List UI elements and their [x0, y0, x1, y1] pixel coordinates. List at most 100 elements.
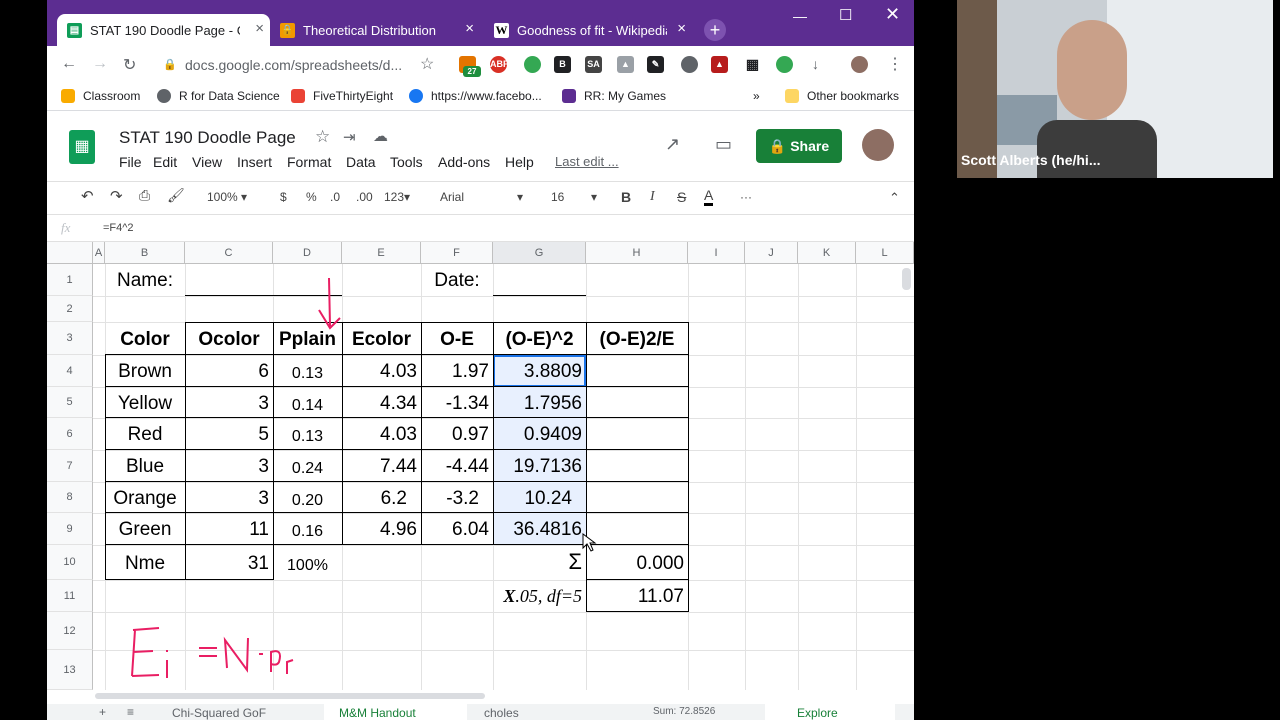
currency-button[interactable]: $ — [280, 190, 287, 204]
sum-display[interactable]: Sum: 72.8526 — [653, 706, 715, 717]
bookmark-538[interactable]: FiveThirtyEight — [291, 89, 393, 103]
menu-icon[interactable]: ⋮ — [887, 54, 903, 74]
new-tab-button[interactable]: + — [704, 19, 726, 41]
format-toolbar: ↶ ↷ ⎙ 🖌 100% ▾ $ % .0 .00 123▾ Arial ▾ 16… — [47, 183, 914, 213]
extension-icon[interactable]: SA — [585, 56, 602, 73]
italic-button[interactable]: I — [650, 189, 655, 205]
cloud-status-icon: ☁ — [373, 128, 388, 145]
rr-icon — [562, 89, 576, 103]
participant-name: Scott Alberts (he/hi... — [961, 152, 1101, 168]
bookmark-overflow[interactable]: » — [753, 89, 760, 103]
menu-insert[interactable]: Insert — [237, 154, 272, 170]
number-format-select[interactable]: 123▾ — [384, 190, 410, 204]
pdf-icon[interactable]: ▲ — [711, 56, 728, 73]
move-folder-icon[interactable]: ⇥ — [343, 128, 356, 146]
text-color-button[interactable]: A — [704, 187, 714, 206]
close-icon[interactable]: × — [255, 21, 264, 37]
maximize-icon[interactable]: ☐ — [839, 6, 852, 24]
all-sheets-icon[interactable]: ≡ — [127, 705, 134, 719]
more-options-button[interactable]: ··· — [740, 190, 752, 204]
sheet-tab-active[interactable]: M&M Handout — [324, 704, 467, 720]
bookmark-classroom[interactable]: Classroom — [61, 89, 140, 103]
globe-icon — [157, 89, 171, 103]
star-icon[interactable]: ☆ — [315, 127, 330, 147]
redo-icon[interactable]: ↷ — [110, 187, 123, 205]
comment-icon[interactable]: ▭ — [715, 134, 732, 155]
font-size-select[interactable]: 16 ▾ — [551, 190, 597, 204]
bookmark-facebook[interactable]: https://www.facebo... — [409, 89, 542, 103]
font-select[interactable]: Arial ▾ — [440, 190, 523, 204]
sheet-tab[interactable]: Chi-Squared GoF — [172, 706, 266, 720]
increase-decimal-button[interactable]: .00 — [356, 190, 373, 204]
grid-icon[interactable]: ▦ — [744, 56, 761, 73]
back-icon[interactable]: ← — [61, 55, 77, 73]
sheets-header: ▦ STAT 190 Doodle Page ☆ ⇥ ☁ File Edit V… — [47, 112, 914, 182]
paint-format-icon[interactable]: 🖌 — [167, 187, 185, 204]
avatar[interactable] — [862, 129, 894, 161]
share-button[interactable]: 🔒 Share — [756, 129, 842, 163]
formula-input[interactable]: =F4^2 — [103, 222, 134, 234]
extension-icon[interactable] — [776, 56, 793, 73]
profile-avatar[interactable] — [851, 56, 868, 73]
folder-icon — [785, 89, 799, 103]
extension-badge: 27 — [463, 66, 481, 77]
fx-icon: fx — [61, 220, 71, 235]
chevron-down-icon: ▾ — [591, 190, 598, 204]
adblock-icon[interactable]: ABP — [490, 56, 509, 73]
menu-format[interactable]: Format — [287, 154, 331, 170]
close-icon[interactable]: × — [465, 21, 474, 37]
zoom-select[interactable]: 100% ▾ — [207, 190, 247, 204]
extension-icon[interactable]: ▲ — [617, 56, 634, 73]
extension-icon[interactable] — [524, 56, 541, 73]
download-icon[interactable]: ↓ — [807, 56, 824, 73]
formula-bar: fx =F4^2 — [47, 214, 914, 242]
extension-icon[interactable]: B — [554, 56, 571, 73]
trend-icon[interactable]: ↗ — [665, 134, 680, 155]
menu-file[interactable]: File — [119, 154, 142, 170]
sheet-tab[interactable]: choles — [484, 706, 519, 720]
tab-wikipedia[interactable]: W Goodness of fit - Wikipedia × — [484, 14, 692, 46]
close-icon[interactable]: × — [677, 21, 686, 37]
horizontal-scrollbar[interactable] — [95, 693, 485, 699]
tab-strip: ▤ STAT 190 Doodle Page - Go × 🔒 Theoreti… — [47, 0, 914, 46]
explore-button[interactable]: Explore — [765, 704, 895, 720]
sheet-tabs-bar: + ≡ Chi-Squared GoF M&M Handout choles S… — [47, 704, 914, 720]
bookmark-r4ds[interactable]: R for Data Science — [157, 89, 280, 103]
lock-icon: 🔒 — [163, 59, 177, 71]
tab-theoretical[interactable]: 🔒 Theoretical Distribution × — [270, 14, 480, 46]
print-icon[interactable]: ⎙ — [139, 187, 150, 204]
undo-icon[interactable]: ↶ — [81, 187, 94, 205]
close-window-icon[interactable]: ✕ — [885, 4, 900, 25]
tab-stat190[interactable]: ▤ STAT 190 Doodle Page - Go × — [57, 14, 270, 46]
tab-title: STAT 190 Doodle Page - Go — [90, 22, 240, 38]
bold-button[interactable]: B — [621, 189, 631, 205]
sheets-logo-icon[interactable]: ▦ — [69, 130, 95, 164]
star-icon[interactable]: ☆ — [420, 54, 434, 74]
other-bookmarks[interactable]: Other bookmarks — [785, 89, 899, 103]
add-sheet-icon[interactable]: + — [99, 705, 106, 719]
decrease-decimal-button[interactable]: .0 — [330, 190, 340, 204]
url-field[interactable]: 🔒 docs.google.com/spreadsheets/d... — [157, 51, 437, 79]
menu-tools[interactable]: Tools — [390, 154, 423, 170]
menu-data[interactable]: Data — [346, 154, 376, 170]
menu-help[interactable]: Help — [505, 154, 534, 170]
percent-button[interactable]: % — [306, 190, 317, 204]
menu-view[interactable]: View — [192, 154, 222, 170]
forward-icon[interactable]: → — [92, 55, 108, 73]
reload-icon[interactable]: ↻ — [123, 55, 136, 75]
extension-icon[interactable] — [681, 56, 698, 73]
menu-addons[interactable]: Add-ons — [438, 154, 490, 170]
document-title[interactable]: STAT 190 Doodle Page — [119, 128, 296, 148]
url-text: docs.google.com/spreadsheets/d... — [185, 57, 403, 73]
lock-icon: 🔒 — [768, 138, 791, 154]
collapse-icon[interactable]: ⌃ — [889, 190, 900, 206]
minimize-icon[interactable]: — — [793, 8, 807, 24]
last-edit-link[interactable]: Last edit ... — [555, 154, 619, 169]
person — [1057, 20, 1127, 120]
vertical-scrollbar[interactable] — [902, 268, 911, 290]
bookmark-rr[interactable]: RR: My Games — [562, 89, 666, 103]
menu-edit[interactable]: Edit — [153, 154, 177, 170]
extension-icon[interactable]: ✎ — [647, 56, 664, 73]
strikethrough-button[interactable]: S — [677, 189, 686, 205]
ink-annotations — [131, 277, 597, 678]
